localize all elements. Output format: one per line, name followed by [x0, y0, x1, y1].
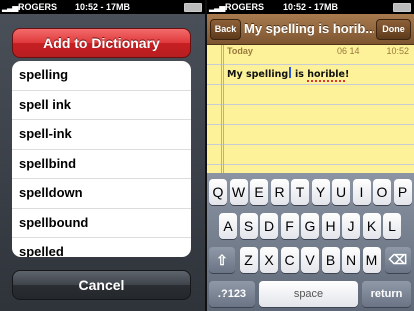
- note-time: 10:52: [386, 46, 409, 56]
- shift-key[interactable]: ⇧: [209, 247, 235, 273]
- key-g[interactable]: G: [301, 213, 319, 239]
- key-j[interactable]: J: [342, 213, 360, 239]
- misspelled-word[interactable]: horible: [307, 69, 345, 82]
- keyboard: Q W E R T Y U I O P A S D F G H J K L ⇧ …: [207, 173, 414, 311]
- note-text[interactable]: My spelling is horible!: [227, 67, 350, 82]
- add-to-dictionary-button[interactable]: Add to Dictionary: [12, 28, 191, 58]
- key-n[interactable]: N: [342, 247, 360, 273]
- margin-line: [223, 45, 224, 173]
- return-key[interactable]: return: [362, 281, 411, 307]
- suggestion-item[interactable]: spell-ink: [12, 120, 191, 150]
- key-w[interactable]: W: [229, 179, 248, 205]
- key-i[interactable]: I: [352, 179, 371, 205]
- status-bar: ▂▃▅ ROGERS 10:52 - 17MB: [207, 0, 414, 14]
- cancel-button[interactable]: Cancel: [12, 270, 191, 300]
- suggestion-item[interactable]: spellbound: [12, 209, 191, 238]
- status-time: 10:52 - 17MB: [282, 2, 339, 12]
- key-v[interactable]: V: [301, 247, 319, 273]
- key-z[interactable]: Z: [239, 247, 258, 273]
- key-u[interactable]: U: [332, 179, 350, 205]
- status-bar: ▂▃▅ ROGERS 10:52 - 17MB: [0, 0, 205, 14]
- margin-line: [221, 45, 222, 173]
- key-h[interactable]: H: [321, 213, 340, 239]
- key-s[interactable]: S: [239, 213, 258, 239]
- key-q[interactable]: Q: [209, 179, 227, 205]
- status-time: 10:52 - 17MB: [74, 2, 131, 12]
- note-day: Today: [227, 46, 253, 56]
- key-c[interactable]: C: [280, 247, 299, 273]
- key-b[interactable]: B: [321, 247, 340, 273]
- space-key[interactable]: space: [259, 281, 358, 307]
- key-o[interactable]: O: [373, 179, 391, 205]
- note-text-end: !: [344, 69, 350, 80]
- key-p[interactable]: P: [393, 179, 412, 205]
- backspace-icon: ⌫: [388, 252, 408, 267]
- note-paper[interactable]: [207, 45, 414, 173]
- battery-icon: [184, 3, 202, 12]
- notes-nav-bar: Back My spelling is horib... Done: [207, 14, 414, 45]
- key-r[interactable]: R: [270, 179, 289, 205]
- key-t[interactable]: T: [291, 179, 309, 205]
- note-date-row: Today 06 14 10:52: [207, 46, 414, 58]
- key-k[interactable]: K: [362, 213, 381, 239]
- note-text-start: My spelling: [227, 69, 289, 80]
- suggestion-item[interactable]: spelling: [12, 61, 191, 91]
- text-cursor: [289, 67, 291, 78]
- note-text-middle: is: [291, 69, 308, 80]
- screenshot-root: ▂▃▅ ROGERS 10:52 - 17MB Add to Dictionar…: [0, 0, 414, 311]
- key-x[interactable]: X: [260, 247, 278, 273]
- suggestion-item[interactable]: spellbind: [12, 150, 191, 179]
- right-phone-screen: ▂▃▅ ROGERS 10:52 - 17MB Back My spelling…: [207, 0, 414, 311]
- key-y[interactable]: Y: [311, 179, 330, 205]
- left-phone-screen: ▂▃▅ ROGERS 10:52 - 17MB Add to Dictionar…: [0, 0, 205, 311]
- suggestion-list: spelling spell ink spell-ink spellbind s…: [12, 61, 191, 257]
- note-title: My spelling is horib...: [244, 21, 374, 36]
- backspace-key[interactable]: ⌫: [385, 247, 411, 273]
- suggestion-item[interactable]: spell ink: [12, 91, 191, 120]
- key-m[interactable]: M: [362, 247, 381, 273]
- suggestion-item[interactable]: spelldown: [12, 179, 191, 209]
- battery-icon: [393, 3, 411, 12]
- suggestion-item[interactable]: spelled: [12, 238, 191, 257]
- key-l[interactable]: L: [383, 213, 401, 239]
- key-f[interactable]: F: [280, 213, 299, 239]
- key-e[interactable]: E: [250, 179, 268, 205]
- shift-icon: ⇧: [216, 252, 228, 268]
- key-d[interactable]: D: [260, 213, 278, 239]
- done-button[interactable]: Done: [376, 19, 411, 40]
- key-a[interactable]: A: [219, 213, 237, 239]
- back-button[interactable]: Back: [210, 19, 241, 40]
- numbers-key[interactable]: .?123: [209, 281, 255, 307]
- note-date: 06 14: [337, 46, 360, 56]
